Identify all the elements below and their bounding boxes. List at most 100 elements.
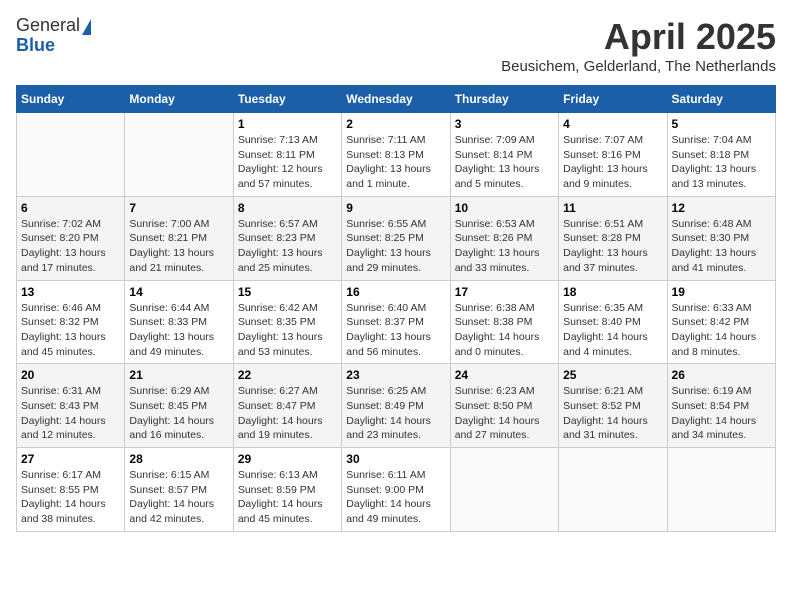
- day-number: 4: [563, 117, 662, 131]
- day-number: 8: [238, 201, 337, 215]
- location-title: Beusichem, Gelderland, The Netherlands: [501, 58, 776, 75]
- day-number: 21: [129, 368, 228, 382]
- calendar-week-row: 20 Sunrise: 6:31 AMSunset: 8:43 PMDayligh…: [17, 364, 776, 448]
- day-number: 7: [129, 201, 228, 215]
- day-detail: Sunrise: 6:57 AMSunset: 8:23 PMDaylight:…: [238, 217, 337, 276]
- calendar-cell: 13Sunrise: 6:46 AMSunset: 8:32 PMDayligh…: [17, 280, 125, 364]
- month-title: April 2025: [501, 16, 776, 58]
- day-detail: Sunrise: 6:33 AMSunset: 8:42 PMDaylight:…: [672, 301, 771, 360]
- calendar-cell: 29 Sunrise: 6:13 AMSunset: 8:59 PMDayligh…: [233, 448, 341, 532]
- calendar-cell: 15 Sunrise: 6:42 AMSunset: 8:35 PMDayligh…: [233, 280, 341, 364]
- day-of-week-header: Thursday: [450, 86, 558, 113]
- day-detail: Sunrise: 6:42 AMSunset: 8:35 PMDaylight:…: [238, 301, 337, 360]
- calendar-cell: 20 Sunrise: 6:31 AMSunset: 8:43 PMDayligh…: [17, 364, 125, 448]
- day-detail: Sunrise: 6:55 AMSunset: 8:25 PMDaylight:…: [346, 217, 445, 276]
- calendar-cell: 18 Sunrise: 6:35 AMSunset: 8:40 PMDayligh…: [559, 280, 667, 364]
- day-number: 26: [672, 368, 771, 382]
- day-number: 10: [455, 201, 554, 215]
- calendar-cell: [450, 448, 558, 532]
- day-detail: Sunrise: 6:13 AMSunset: 8:59 PMDaylight:…: [238, 468, 337, 527]
- day-of-week-header: Tuesday: [233, 86, 341, 113]
- day-of-week-header: Saturday: [667, 86, 775, 113]
- calendar-cell: 22 Sunrise: 6:27 AMSunset: 8:47 PMDayligh…: [233, 364, 341, 448]
- day-detail: Sunrise: 6:25 AMSunset: 8:49 PMDaylight:…: [346, 384, 445, 443]
- title-area: April 2025 Beusichem, Gelderland, The Ne…: [501, 16, 776, 75]
- logo-blue-text: Blue: [16, 36, 91, 56]
- calendar-cell: [125, 113, 233, 197]
- day-number: 5: [672, 117, 771, 131]
- day-detail: Sunrise: 6:19 AMSunset: 8:54 PMDaylight:…: [672, 384, 771, 443]
- day-number: 11: [563, 201, 662, 215]
- day-number: 20: [21, 368, 120, 382]
- calendar-cell: 2 Sunrise: 7:11 AMSunset: 8:13 PMDaylight…: [342, 113, 450, 197]
- calendar-cell: 10 Sunrise: 6:53 AMSunset: 8:26 PMDayligh…: [450, 196, 558, 280]
- calendar-cell: 14 Sunrise: 6:44 AMSunset: 8:33 PMDayligh…: [125, 280, 233, 364]
- calendar-cell: [17, 113, 125, 197]
- day-number: 29: [238, 452, 337, 466]
- day-detail: Sunrise: 6:53 AMSunset: 8:26 PMDaylight:…: [455, 217, 554, 276]
- calendar-week-row: 27Sunrise: 6:17 AMSunset: 8:55 PMDayligh…: [17, 448, 776, 532]
- calendar-week-row: 1 Sunrise: 7:13 AMSunset: 8:11 PMDaylight…: [17, 113, 776, 197]
- day-of-week-header: Friday: [559, 86, 667, 113]
- calendar-cell: 16 Sunrise: 6:40 AMSunset: 8:37 PMDayligh…: [342, 280, 450, 364]
- calendar-cell: 27Sunrise: 6:17 AMSunset: 8:55 PMDayligh…: [17, 448, 125, 532]
- calendar-week-row: 6 Sunrise: 7:02 AMSunset: 8:20 PMDaylight…: [17, 196, 776, 280]
- calendar-cell: 1 Sunrise: 7:13 AMSunset: 8:11 PMDaylight…: [233, 113, 341, 197]
- day-number: 2: [346, 117, 445, 131]
- calendar-cell: 17Sunrise: 6:38 AMSunset: 8:38 PMDayligh…: [450, 280, 558, 364]
- day-detail: Sunrise: 6:21 AMSunset: 8:52 PMDaylight:…: [563, 384, 662, 443]
- day-number: 24: [455, 368, 554, 382]
- day-number: 14: [129, 285, 228, 299]
- calendar-cell: 25 Sunrise: 6:21 AMSunset: 8:52 PMDayligh…: [559, 364, 667, 448]
- calendar-cell: 9 Sunrise: 6:55 AMSunset: 8:25 PMDaylight…: [342, 196, 450, 280]
- day-number: 1: [238, 117, 337, 131]
- day-detail: Sunrise: 6:46 AMSunset: 8:32 PMDaylight:…: [21, 301, 120, 360]
- day-detail: Sunrise: 6:48 AMSunset: 8:30 PMDaylight:…: [672, 217, 771, 276]
- calendar-cell: 12 Sunrise: 6:48 AMSunset: 8:30 PMDayligh…: [667, 196, 775, 280]
- day-detail: Sunrise: 6:40 AMSunset: 8:37 PMDaylight:…: [346, 301, 445, 360]
- calendar-body: 1 Sunrise: 7:13 AMSunset: 8:11 PMDaylight…: [17, 113, 776, 532]
- day-detail: Sunrise: 6:38 AMSunset: 8:38 PMDaylight:…: [455, 301, 554, 360]
- day-detail: Sunrise: 6:15 AMSunset: 8:57 PMDaylight:…: [129, 468, 228, 527]
- day-detail: Sunrise: 6:31 AMSunset: 8:43 PMDaylight:…: [21, 384, 120, 443]
- day-number: 25: [563, 368, 662, 382]
- day-number: 16: [346, 285, 445, 299]
- calendar-cell: 7Sunrise: 7:00 AMSunset: 8:21 PMDaylight…: [125, 196, 233, 280]
- calendar-table: SundayMondayTuesdayWednesdayThursdayFrid…: [16, 85, 776, 532]
- day-detail: Sunrise: 6:17 AMSunset: 8:55 PMDaylight:…: [21, 468, 120, 527]
- day-detail: Sunrise: 6:29 AMSunset: 8:45 PMDaylight:…: [129, 384, 228, 443]
- page-header: General Blue April 2025 Beusichem, Gelde…: [16, 16, 776, 75]
- calendar-cell: [559, 448, 667, 532]
- day-number: 22: [238, 368, 337, 382]
- day-detail: Sunrise: 7:07 AMSunset: 8:16 PMDaylight:…: [563, 133, 662, 192]
- day-number: 23: [346, 368, 445, 382]
- day-number: 19: [672, 285, 771, 299]
- calendar-cell: 3Sunrise: 7:09 AMSunset: 8:14 PMDaylight…: [450, 113, 558, 197]
- day-detail: Sunrise: 7:13 AMSunset: 8:11 PMDaylight:…: [238, 133, 337, 192]
- calendar-cell: 8 Sunrise: 6:57 AMSunset: 8:23 PMDaylight…: [233, 196, 341, 280]
- day-detail: Sunrise: 7:02 AMSunset: 8:20 PMDaylight:…: [21, 217, 120, 276]
- day-detail: Sunrise: 6:27 AMSunset: 8:47 PMDaylight:…: [238, 384, 337, 443]
- day-number: 9: [346, 201, 445, 215]
- logo-text: General: [16, 16, 91, 36]
- day-number: 3: [455, 117, 554, 131]
- day-number: 30: [346, 452, 445, 466]
- day-detail: Sunrise: 6:44 AMSunset: 8:33 PMDaylight:…: [129, 301, 228, 360]
- calendar-week-row: 13Sunrise: 6:46 AMSunset: 8:32 PMDayligh…: [17, 280, 776, 364]
- day-detail: Sunrise: 6:51 AMSunset: 8:28 PMDaylight:…: [563, 217, 662, 276]
- calendar-cell: 30 Sunrise: 6:11 AMSunset: 9:00 PMDayligh…: [342, 448, 450, 532]
- calendar-cell: 11 Sunrise: 6:51 AMSunset: 8:28 PMDayligh…: [559, 196, 667, 280]
- logo: General Blue: [16, 16, 91, 56]
- day-detail: Sunrise: 7:11 AMSunset: 8:13 PMDaylight:…: [346, 133, 445, 192]
- day-number: 15: [238, 285, 337, 299]
- day-number: 18: [563, 285, 662, 299]
- day-number: 6: [21, 201, 120, 215]
- day-detail: Sunrise: 7:04 AMSunset: 8:18 PMDaylight:…: [672, 133, 771, 192]
- calendar-cell: 4 Sunrise: 7:07 AMSunset: 8:16 PMDaylight…: [559, 113, 667, 197]
- calendar-cell: 24Sunrise: 6:23 AMSunset: 8:50 PMDayligh…: [450, 364, 558, 448]
- calendar-cell: 19 Sunrise: 6:33 AMSunset: 8:42 PMDayligh…: [667, 280, 775, 364]
- day-detail: Sunrise: 6:35 AMSunset: 8:40 PMDaylight:…: [563, 301, 662, 360]
- day-number: 12: [672, 201, 771, 215]
- calendar-cell: 28Sunrise: 6:15 AMSunset: 8:57 PMDayligh…: [125, 448, 233, 532]
- day-detail: Sunrise: 6:11 AMSunset: 9:00 PMDaylight:…: [346, 468, 445, 527]
